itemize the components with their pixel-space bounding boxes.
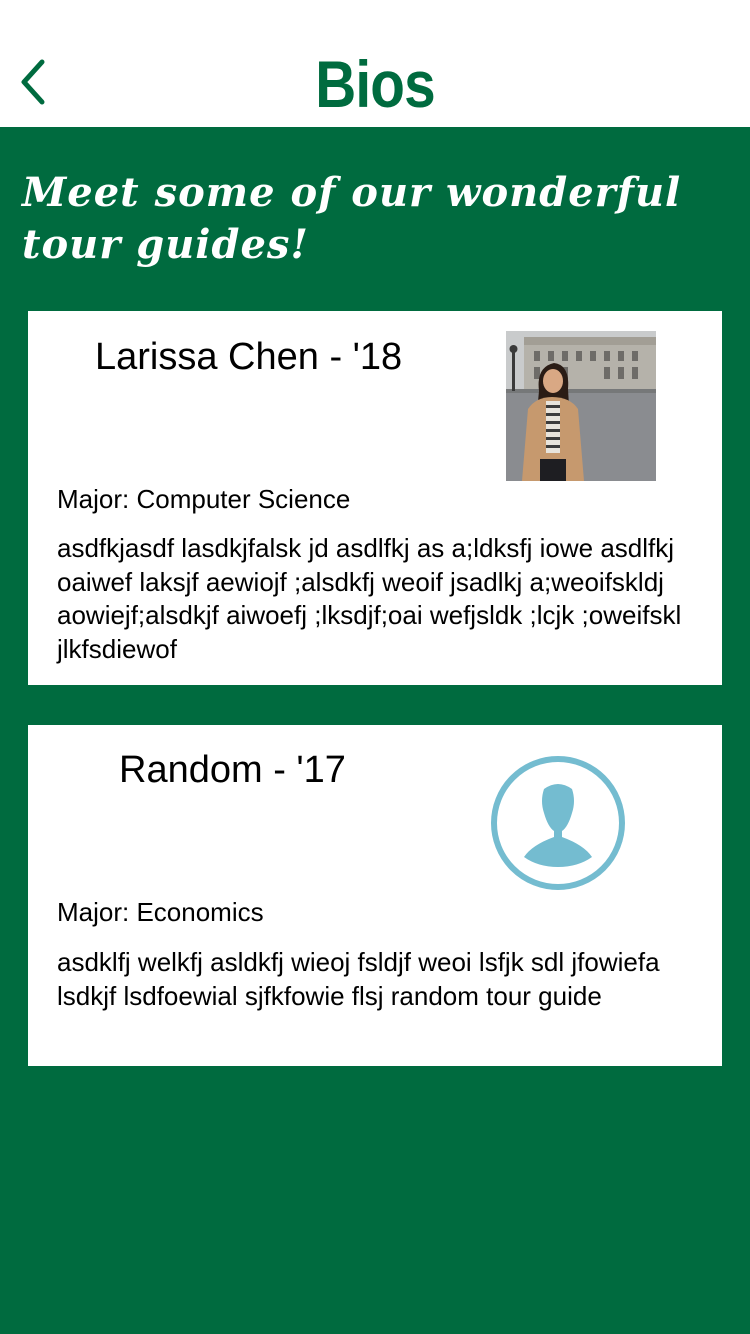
guide-name: Larissa Chen - '18 — [95, 336, 403, 378]
intro-heading: Meet some of our wonderful tour guides! — [22, 169, 682, 268]
default-user-avatar-icon — [488, 753, 628, 893]
guide-photo — [506, 331, 656, 481]
guide-card: Random - '17 Major: Economics asdklfj we… — [28, 725, 722, 1066]
bios-content[interactable]: Meet some of our wonderful tour guides! … — [0, 127, 750, 1334]
navigation-bar: Bios — [0, 0, 750, 127]
guide-name: Random - '17 — [119, 749, 346, 791]
guide-bio: asdklfj welkfj asldkfj wieoj fsldjf weoi… — [57, 947, 660, 1011]
chevron-left-icon — [21, 59, 45, 105]
guide-bio: asdfkjasdf lasdkjfalsk jd asdlfkj as a;l… — [57, 533, 682, 664]
guide-card: Larissa Chen - '18 Major: Computer Scien… — [28, 311, 722, 685]
back-button[interactable] — [14, 52, 58, 112]
page-title: Bios — [315, 47, 435, 121]
guide-major: Major: Computer Science — [57, 484, 351, 514]
guide-major: Major: Economics — [57, 897, 264, 927]
